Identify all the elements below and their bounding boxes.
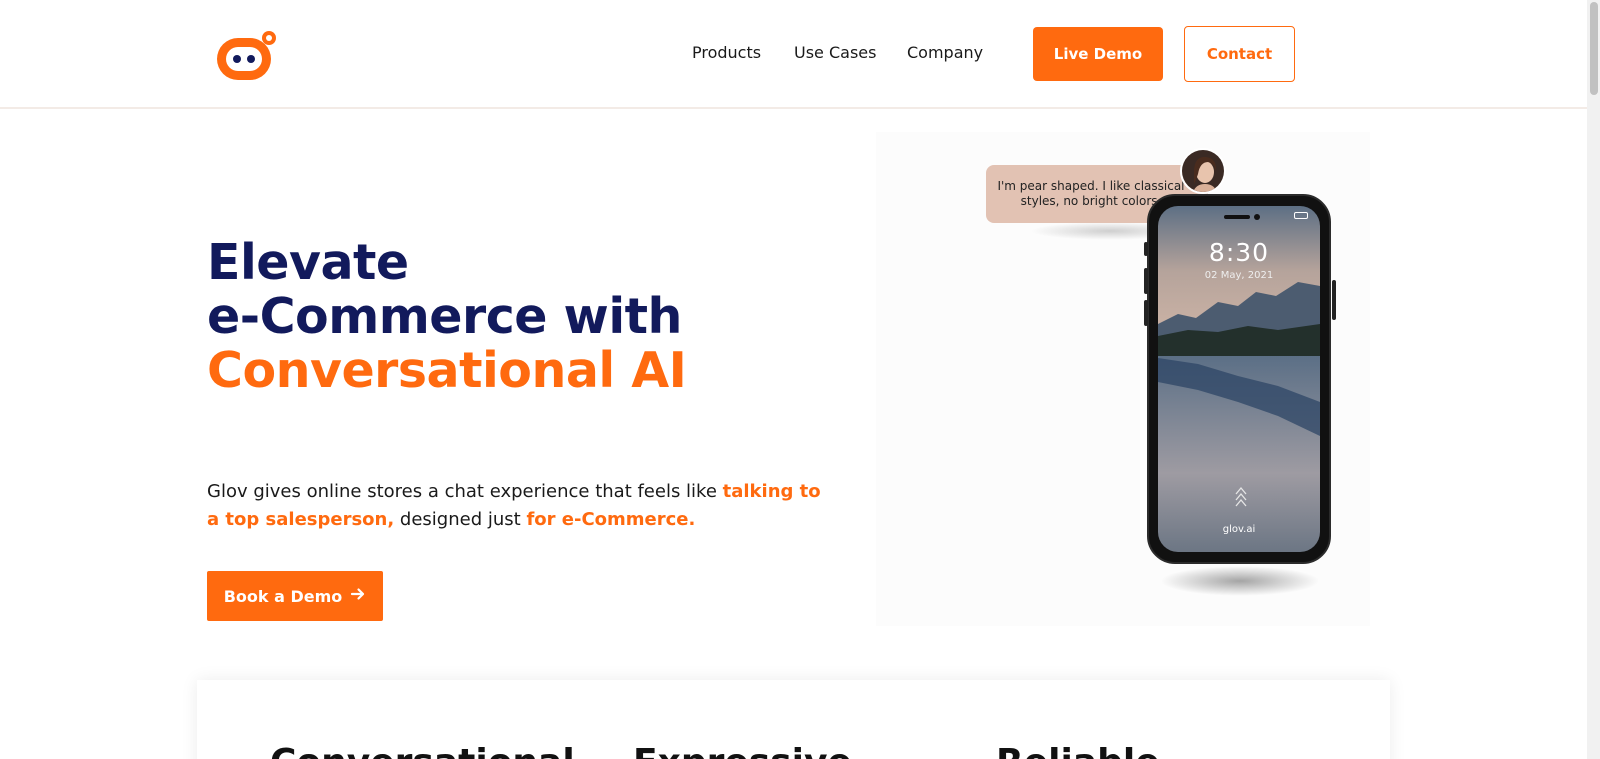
book-demo-button[interactable]: Book a Demo: [207, 571, 383, 621]
hero-description: Glov gives online stores a chat experien…: [207, 478, 827, 534]
book-demo-label: Book a Demo: [223, 586, 343, 606]
phone-clock: 8:30: [1208, 238, 1270, 267]
hero-desc-text-2: designed just: [394, 509, 527, 530]
phone-screen: 8:30 02 May, 2021 glov.ai: [1158, 206, 1320, 552]
hero-title-line-3: Conversational AI: [207, 342, 687, 399]
phone-brand-label: glov.ai: [1222, 524, 1256, 535]
hero-title: Elevate e-Commerce with Conversational A…: [207, 234, 687, 399]
feature-title-reliable: Reliable: [996, 742, 1160, 759]
live-demo-button[interactable]: Live Demo: [1033, 27, 1163, 81]
contact-button[interactable]: Contact: [1184, 26, 1295, 82]
hero-desc-text-1: Glov gives online stores a chat experien…: [207, 481, 723, 502]
nav-use-cases-link[interactable]: Use Cases: [794, 43, 876, 62]
scrollbar-thumb[interactable]: [1590, 2, 1598, 95]
hero-title-line-1: Elevate: [207, 234, 409, 291]
feature-title-expressive: Expressive: [633, 742, 852, 759]
phone-side-button: [1144, 242, 1148, 256]
hero-title-line-2: e-Commerce with: [207, 288, 682, 345]
feature-title-conversational: Conversational: [270, 742, 575, 759]
phone-speaker: [1224, 215, 1250, 219]
hero-desc-highlight-2: for e-Commerce.: [526, 509, 696, 530]
phone-mockup: 8:30 02 May, 2021 glov.ai: [1144, 194, 1336, 564]
phone-camera: [1254, 214, 1260, 220]
phone-power-button: [1332, 280, 1336, 320]
arrow-right-icon: [350, 586, 366, 606]
nav-company-link[interactable]: Company: [907, 43, 983, 62]
phone-volume-down-button: [1144, 300, 1148, 326]
phone-volume-up-button: [1144, 268, 1148, 294]
site-header: Products Use Cases Company Live Demo Con…: [0, 0, 1587, 109]
battery-icon: [1294, 212, 1308, 219]
phone-date: 02 May, 2021: [1204, 270, 1274, 281]
customer-avatar: [1180, 148, 1226, 194]
phone-shadow: [1160, 566, 1320, 596]
nav-products-link[interactable]: Products: [692, 43, 761, 62]
page-scrollbar[interactable]: [1587, 0, 1600, 759]
main-nav: Products Use Cases Company Live Demo Con…: [0, 0, 1587, 108]
